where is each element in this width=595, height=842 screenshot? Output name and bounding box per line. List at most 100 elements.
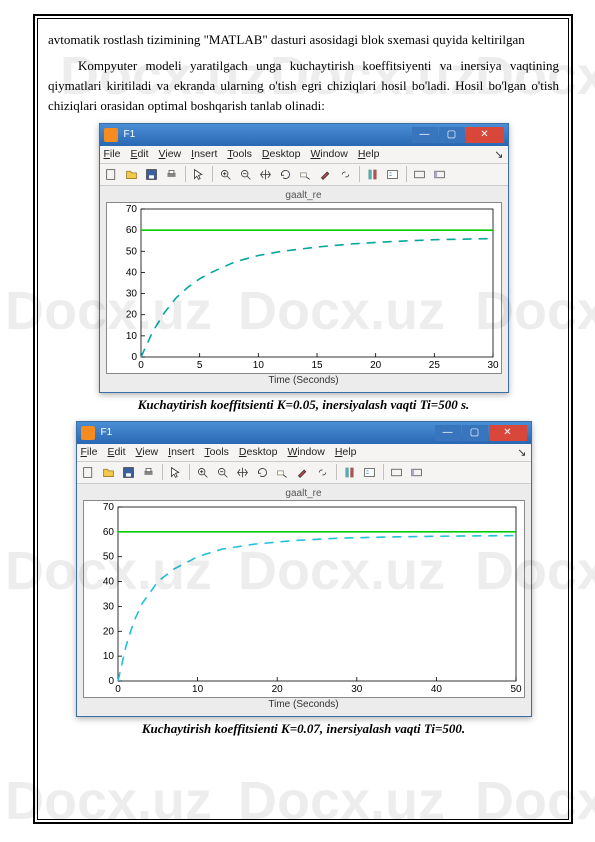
x-axis-label: Time (Seconds): [83, 699, 525, 710]
minimize-button[interactable]: —: [412, 127, 438, 143]
pointer-icon[interactable]: [190, 165, 208, 183]
rotate-icon[interactable]: [254, 463, 272, 481]
close-button[interactable]: ✕: [489, 425, 527, 441]
help-icon[interactable]: ↘: [517, 446, 526, 459]
svg-text:0: 0: [138, 360, 144, 371]
toolbar: [77, 462, 531, 484]
pan-icon[interactable]: [234, 463, 252, 481]
matlab-icon: [104, 128, 118, 142]
svg-text:10: 10: [102, 651, 114, 662]
link-icon[interactable]: [337, 165, 355, 183]
svg-text:0: 0: [108, 676, 114, 687]
colorbar-icon[interactable]: [364, 165, 382, 183]
svg-text:50: 50: [125, 246, 137, 257]
minimize-button[interactable]: —: [435, 425, 461, 441]
maximize-button[interactable]: ▢: [462, 425, 488, 441]
matlab-figure-window: F1 — ▢ ✕ File Edit View Insert Tools Des…: [99, 123, 509, 393]
menu-view[interactable]: View: [136, 446, 159, 458]
menu-desktop[interactable]: Desktop: [262, 148, 301, 160]
paragraph: avtomatik rostlash tizimining "MATLAB" d…: [48, 30, 559, 50]
toolbar: [100, 164, 508, 186]
menubar: File Edit View Insert Tools Desktop Wind…: [77, 444, 531, 462]
menu-window[interactable]: Window: [287, 446, 324, 458]
menu-help[interactable]: Help: [335, 446, 357, 458]
hide-tools-icon[interactable]: [411, 165, 429, 183]
legend-icon[interactable]: [361, 463, 379, 481]
svg-text:0: 0: [131, 352, 137, 363]
plot-container: gaalt_re 01020304050010203040506070 Time…: [77, 484, 531, 716]
svg-text:20: 20: [125, 309, 137, 320]
zoom-in-icon[interactable]: [194, 463, 212, 481]
zoom-in-icon[interactable]: [217, 165, 235, 183]
svg-text:20: 20: [370, 360, 382, 371]
pointer-icon[interactable]: [167, 463, 185, 481]
menu-edit[interactable]: Edit: [107, 446, 125, 458]
menu-desktop[interactable]: Desktop: [239, 446, 278, 458]
plot-axes[interactable]: 051015202530010203040506070: [106, 202, 502, 374]
link-icon[interactable]: [314, 463, 332, 481]
svg-text:40: 40: [125, 267, 137, 278]
rotate-icon[interactable]: [277, 165, 295, 183]
brush-icon[interactable]: [294, 463, 312, 481]
menu-window[interactable]: Window: [310, 148, 347, 160]
menu-tools[interactable]: Tools: [204, 446, 229, 458]
save-icon[interactable]: [143, 165, 161, 183]
data-cursor-icon[interactable]: [297, 165, 315, 183]
print-icon[interactable]: [163, 165, 181, 183]
figure-caption: Kuchaytirish koeffitsienti K=0.07, iners…: [48, 721, 559, 737]
zoom-out-icon[interactable]: [214, 463, 232, 481]
titlebar[interactable]: F1 — ▢ ✕: [77, 422, 531, 444]
plot-title: gaalt_re: [83, 488, 525, 499]
svg-text:70: 70: [125, 204, 137, 215]
titlebar[interactable]: F1 — ▢ ✕: [100, 124, 508, 146]
menu-view[interactable]: View: [159, 148, 182, 160]
menu-insert[interactable]: Insert: [191, 148, 217, 160]
svg-text:20: 20: [102, 626, 114, 637]
hide-tools-icon[interactable]: [388, 463, 406, 481]
maximize-button[interactable]: ▢: [439, 127, 465, 143]
svg-text:10: 10: [192, 684, 204, 695]
svg-text:10: 10: [125, 330, 137, 341]
new-figure-icon[interactable]: [103, 165, 121, 183]
open-icon[interactable]: [123, 165, 141, 183]
svg-text:25: 25: [428, 360, 440, 371]
menubar: File Edit View Insert Tools Desktop Wind…: [100, 146, 508, 164]
plot-title: gaalt_re: [106, 190, 502, 201]
print-icon[interactable]: [140, 463, 158, 481]
menu-insert[interactable]: Insert: [168, 446, 194, 458]
data-cursor-icon[interactable]: [274, 463, 292, 481]
svg-text:40: 40: [430, 684, 442, 695]
svg-text:40: 40: [102, 576, 114, 587]
svg-text:10: 10: [252, 360, 264, 371]
svg-text:30: 30: [487, 360, 499, 371]
svg-text:30: 30: [351, 684, 363, 695]
close-button[interactable]: ✕: [466, 127, 504, 143]
svg-text:20: 20: [271, 684, 283, 695]
plot-axes[interactable]: 01020304050010203040506070: [83, 500, 525, 698]
paragraph: Kompyuter modeli yaratilgach unga kuchay…: [48, 56, 559, 116]
brush-icon[interactable]: [317, 165, 335, 183]
window-title: F1: [124, 129, 136, 140]
menu-tools[interactable]: Tools: [227, 148, 252, 160]
menu-edit[interactable]: Edit: [130, 148, 148, 160]
x-axis-label: Time (Seconds): [106, 375, 502, 386]
page-content: avtomatik rostlash tizimining "MATLAB" d…: [48, 30, 559, 745]
svg-text:60: 60: [125, 225, 137, 236]
show-tools-icon[interactable]: [408, 463, 426, 481]
help-icon[interactable]: ↘: [494, 148, 503, 161]
legend-icon[interactable]: [384, 165, 402, 183]
pan-icon[interactable]: [257, 165, 275, 183]
matlab-icon: [81, 426, 95, 440]
zoom-out-icon[interactable]: [237, 165, 255, 183]
menu-file[interactable]: File: [104, 148, 121, 160]
show-tools-icon[interactable]: [431, 165, 449, 183]
save-icon[interactable]: [120, 463, 138, 481]
open-icon[interactable]: [100, 463, 118, 481]
menu-help[interactable]: Help: [358, 148, 380, 160]
svg-text:5: 5: [196, 360, 202, 371]
new-figure-icon[interactable]: [80, 463, 98, 481]
menu-file[interactable]: File: [81, 446, 98, 458]
svg-text:15: 15: [311, 360, 323, 371]
window-title: F1: [101, 427, 113, 438]
colorbar-icon[interactable]: [341, 463, 359, 481]
